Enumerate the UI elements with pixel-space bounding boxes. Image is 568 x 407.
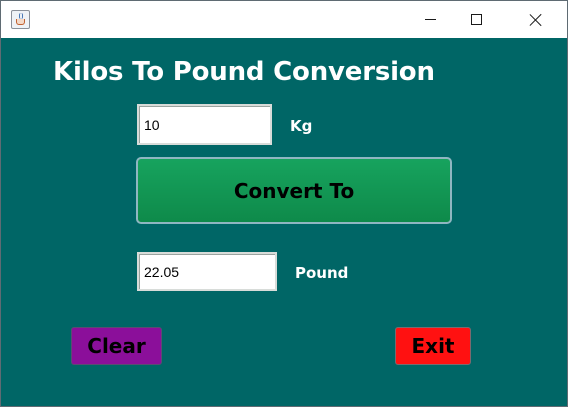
exit-button[interactable]: Exit [395,327,471,365]
title-bar[interactable] [1,1,567,38]
minimize-button[interactable] [407,1,453,38]
pound-output[interactable] [137,252,277,291]
cup-shape [16,19,25,25]
close-icon [529,13,543,27]
java-app-icon[interactable] [11,10,30,29]
app-window: Kilos To Pound Conversion Kg Convert To … [0,0,568,407]
pound-unit-label: Pound [295,264,349,282]
convert-button[interactable]: Convert To [136,157,452,224]
close-button[interactable] [513,1,559,38]
minimize-icon [424,19,436,20]
converter-panel: Kilos To Pound Conversion Kg Convert To … [1,38,567,406]
maximize-icon [470,14,482,25]
kg-unit-label: Kg [290,117,313,135]
page-title: Kilos To Pound Conversion [53,57,435,87]
maximize-button[interactable] [453,1,499,38]
clear-button[interactable]: Clear [71,327,162,365]
kg-input[interactable] [137,104,272,145]
